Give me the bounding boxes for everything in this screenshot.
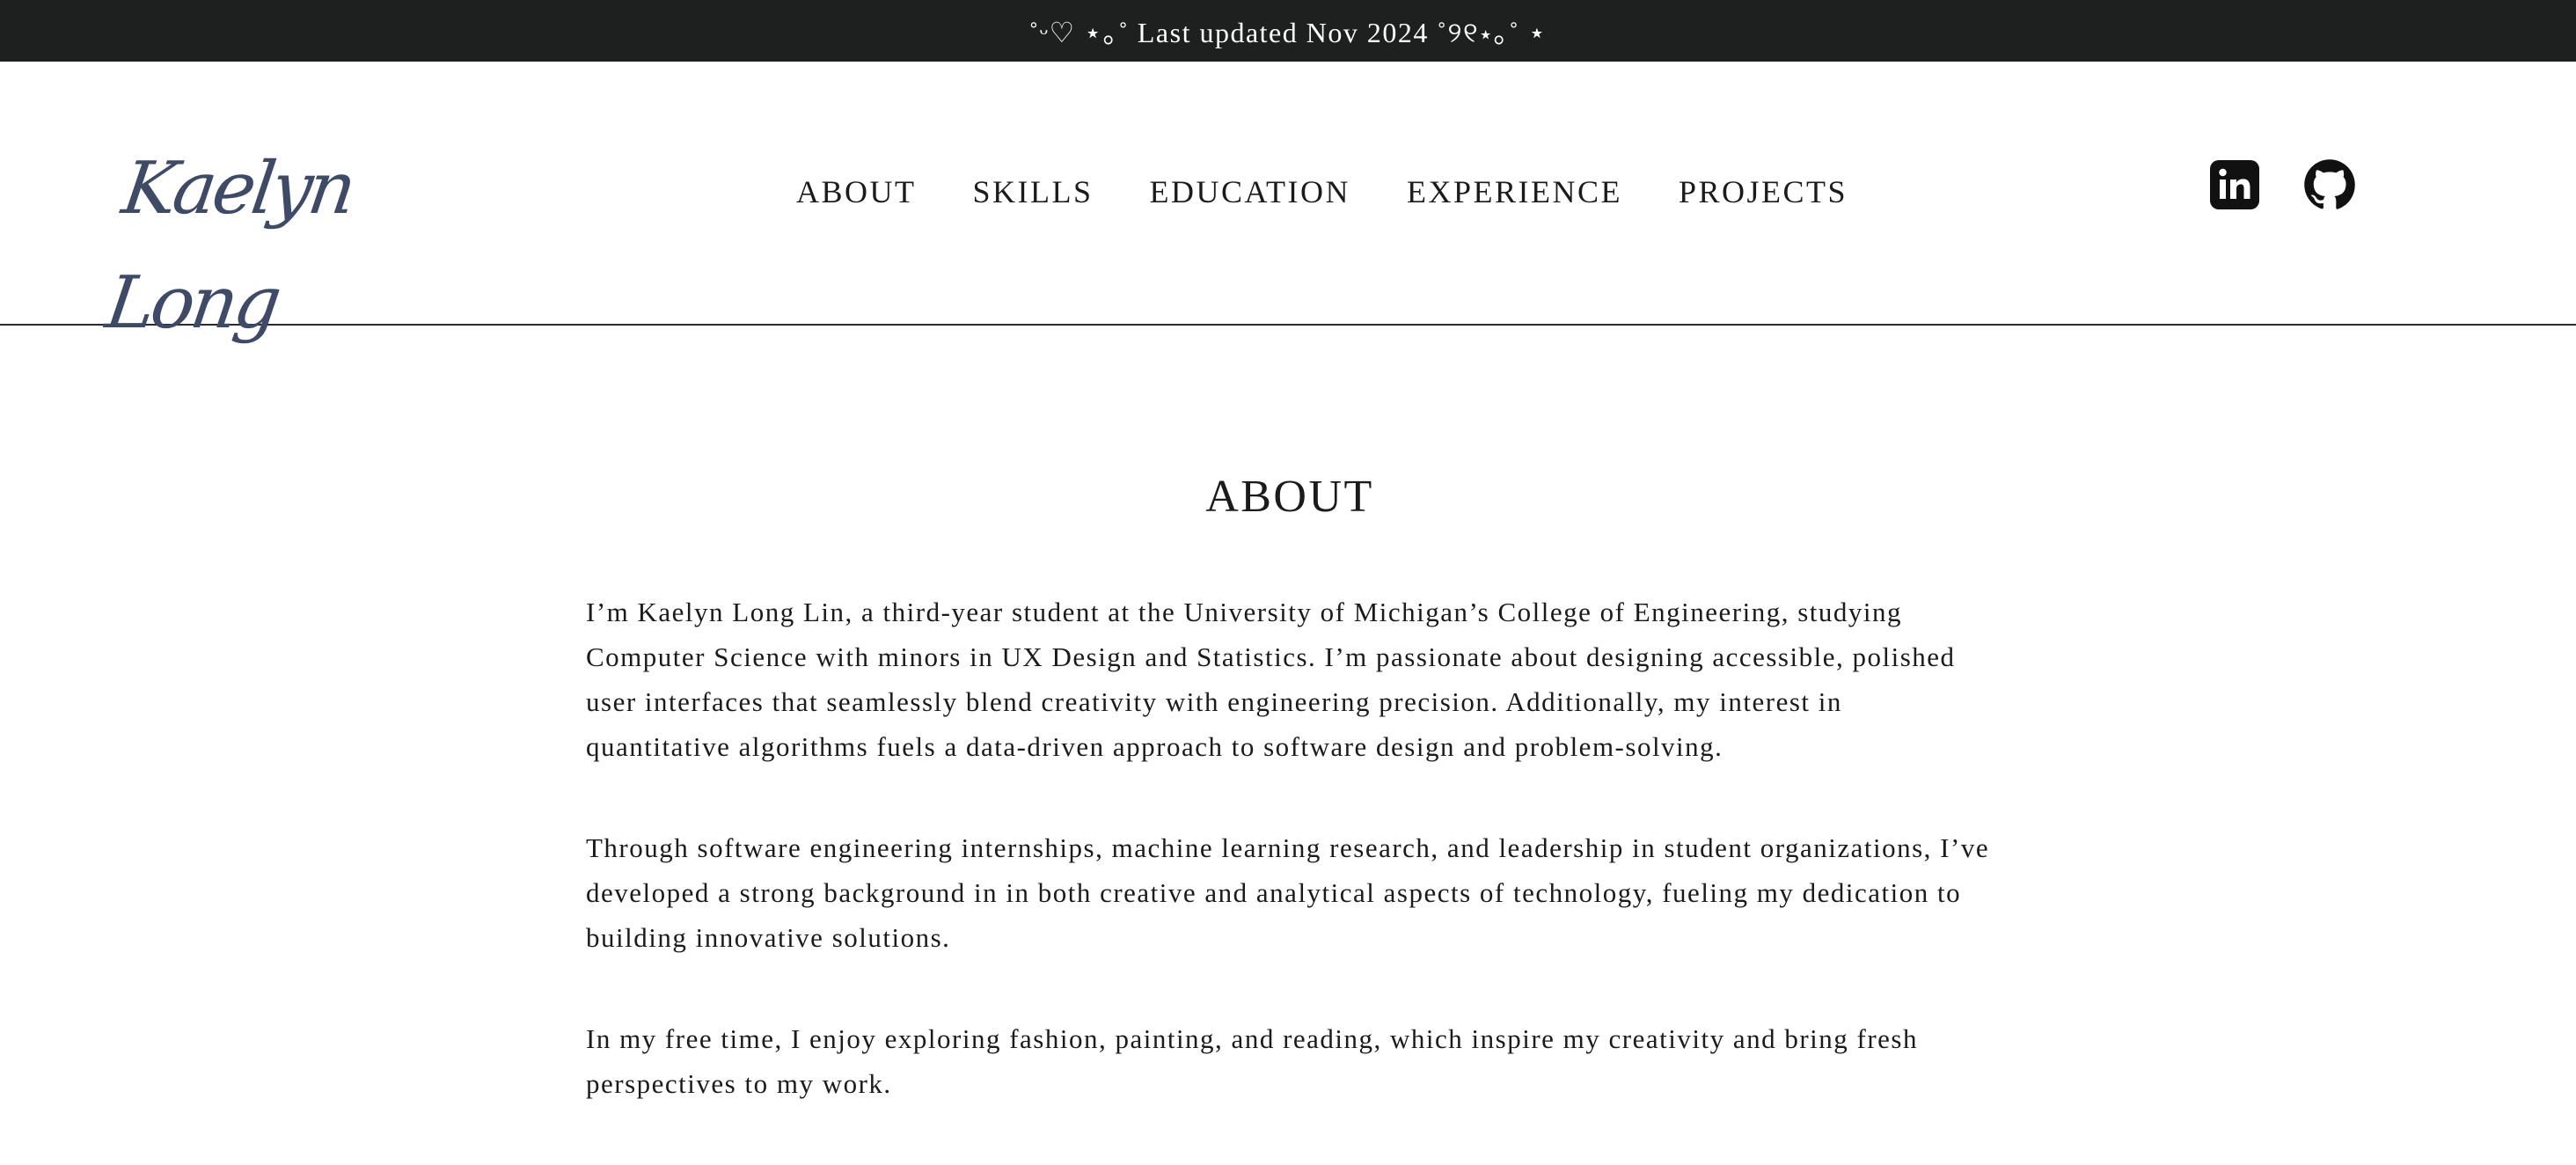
nav-link-about[interactable]: ABOUT	[796, 174, 917, 209]
nav-link-experience[interactable]: EXPERIENCE	[1407, 174, 1622, 209]
about-paragraph: Through software engineering internships…	[586, 832, 1990, 953]
site-logo[interactable]: Kaelyn Long	[101, 132, 465, 345]
nav-link-projects[interactable]: PROJECTS	[1679, 174, 1848, 209]
nav-link-skills[interactable]: SKILLS	[973, 174, 1094, 209]
github-icon[interactable]	[2303, 158, 2356, 211]
announcement-bar: ˚ᵕ♡ ⋆｡˚ Last updated Nov 2024 ˚୨୧⋆｡˚ ⋆	[0, 0, 2576, 62]
about-paragraph: I’m Kaelyn Long Lin, a third-year studen…	[586, 597, 1956, 762]
social-links	[2208, 158, 2356, 211]
section-title: ABOUT	[1205, 472, 1374, 522]
about-paragraph: In my free time, I enjoy exploring fashi…	[586, 1023, 1918, 1099]
main-nav: ABOUT SKILLS EDUCATION EXPERIENCE PROJEC…	[796, 174, 1848, 209]
about-section: ABOUT I’m Kaelyn Long Lin, a third-year …	[586, 458, 1994, 1162]
site-header: Kaelyn Long ABOUT SKILLS EDUCATION EXPER…	[0, 62, 2576, 345]
announcement-text: ˚ᵕ♡ ⋆｡˚ Last updated Nov 2024 ˚୨୧⋆｡˚ ⋆	[1028, 17, 1548, 48]
nav-link-education[interactable]: EDUCATION	[1150, 174, 1350, 209]
linkedin-icon[interactable]	[2208, 158, 2261, 211]
